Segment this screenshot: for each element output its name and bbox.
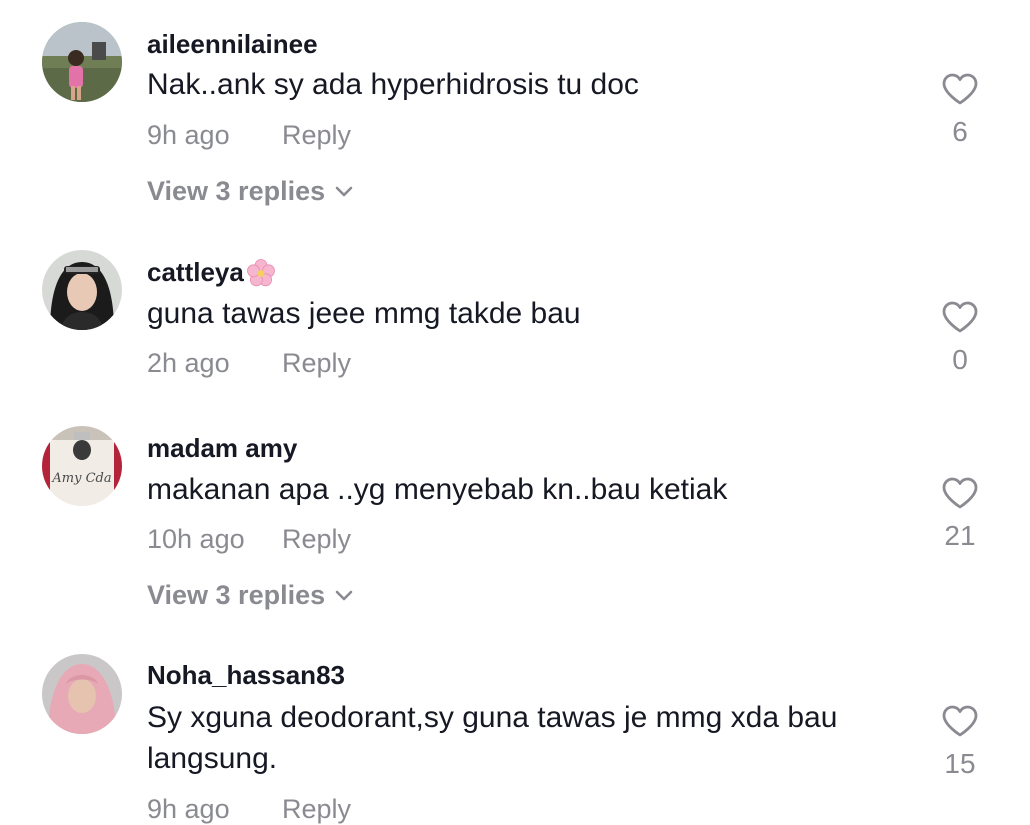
like-group: 15 (920, 704, 1000, 780)
comment-timestamp: 9h ago (147, 120, 230, 150)
view-replies-button[interactable]: View 3 replies (147, 580, 353, 611)
avatar[interactable] (42, 654, 122, 734)
reply-button[interactable]: Reply (282, 348, 351, 379)
view-replies-label: View 3 replies (147, 176, 326, 206)
comment-username[interactable]: Noha_hassan83 (147, 660, 345, 691)
cherry-blossom-icon (246, 258, 276, 288)
avatar[interactable] (42, 22, 122, 102)
reply-button[interactable]: Reply (282, 794, 351, 825)
comment-text: Nak..ank sy ada hyperhidrosis tu doc (147, 68, 639, 101)
like-count: 6 (952, 116, 968, 147)
like-group: 6 (920, 72, 1000, 148)
comment-timestamp: 2h ago (147, 348, 230, 378)
reply-button[interactable]: Reply (282, 120, 351, 151)
heart-outline-icon[interactable] (941, 704, 979, 738)
username-text: Noha_hassan83 (147, 660, 345, 690)
reply-button[interactable]: Reply (282, 524, 351, 555)
heart-outline-icon[interactable] (941, 72, 979, 106)
comment-username[interactable]: madam amy (147, 433, 297, 464)
comment-text: Sy xguna deodorant,sy guna tawas je mmg … (147, 701, 838, 775)
comment-timestamp: 9h ago (147, 794, 230, 824)
like-count: 21 (944, 520, 976, 551)
comment-text: makanan apa ..yg menyebab kn..bau ketiak (147, 473, 728, 506)
avatar-caption: Amy Cda (51, 471, 111, 486)
username-text: aileennilainee (147, 29, 318, 59)
chevron-down-icon (335, 186, 353, 198)
like-group: 0 (920, 300, 1000, 376)
like-count: 15 (944, 748, 976, 779)
heart-outline-icon[interactable] (941, 476, 979, 510)
avatar[interactable] (42, 250, 122, 330)
avatar-image (42, 654, 122, 734)
avatar-image (42, 250, 122, 330)
like-group: 21 (920, 476, 1000, 552)
username-text: cattleya (147, 257, 244, 287)
chevron-down-icon (335, 590, 353, 602)
comment-username[interactable]: aileennilainee (147, 29, 318, 60)
username-text: madam amy (147, 433, 298, 463)
avatar-image: Amy Cda (42, 426, 122, 506)
view-replies-button[interactable]: View 3 replies (147, 176, 353, 207)
comment-timestamp: 10h ago (147, 524, 245, 554)
avatar-image (42, 22, 122, 102)
comment-text: guna tawas jeee mmg takde bau (147, 297, 581, 330)
like-count: 0 (952, 344, 968, 375)
comment-username[interactable]: cattleya (147, 257, 276, 288)
view-replies-label: View 3 replies (147, 580, 326, 610)
avatar[interactable]: Amy Cda (42, 426, 122, 506)
heart-outline-icon[interactable] (941, 300, 979, 334)
